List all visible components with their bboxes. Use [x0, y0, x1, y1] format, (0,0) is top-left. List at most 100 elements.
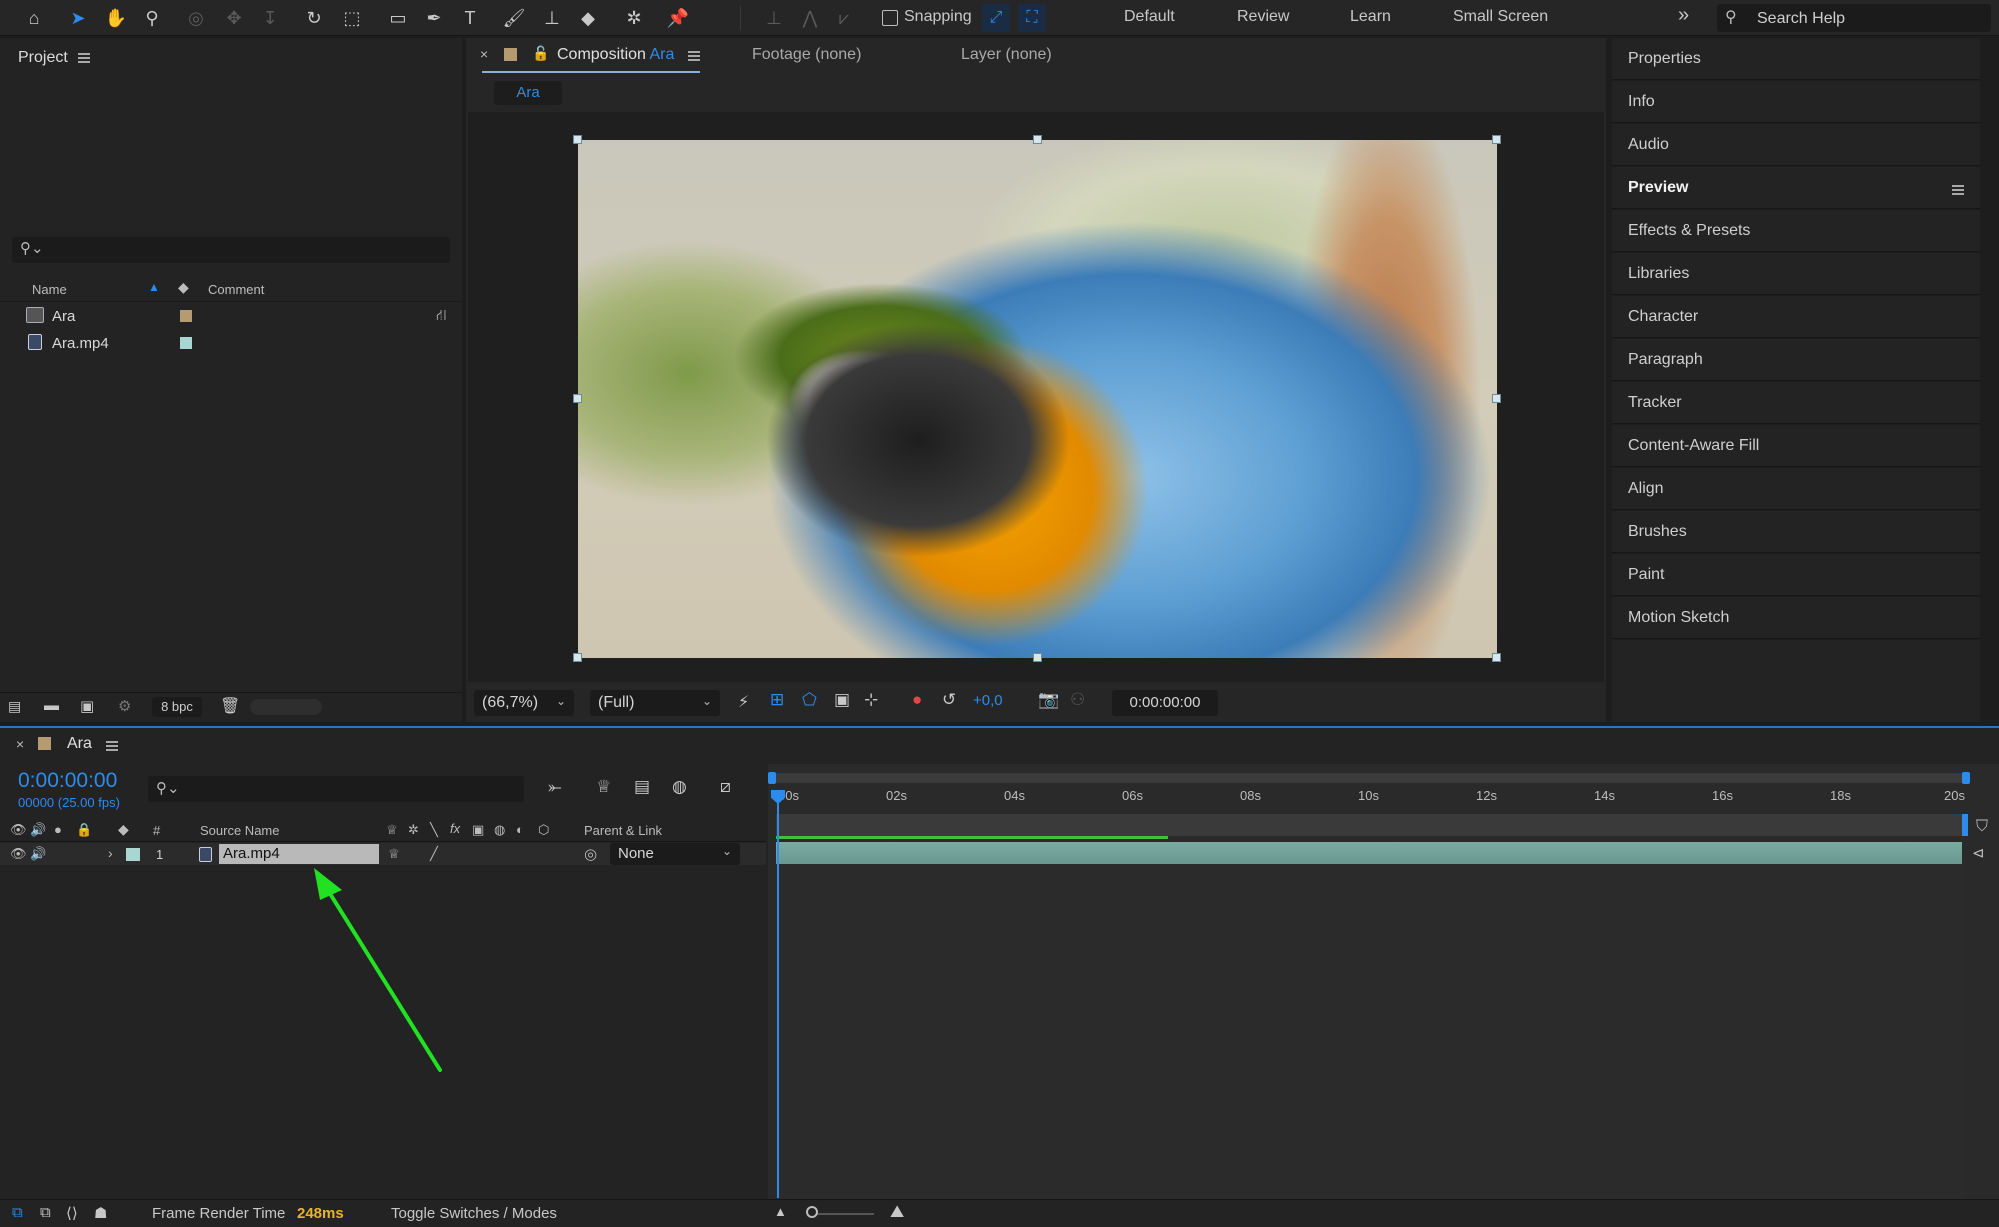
composition-menu-icon[interactable] [688, 48, 700, 65]
audio-icon[interactable]: 🔊 [30, 822, 46, 838]
project-panel-title[interactable]: Project [18, 49, 68, 67]
panel-libraries[interactable]: Libraries [1612, 253, 1980, 295]
home-icon[interactable]: ⌂ [20, 4, 48, 32]
label-color-swatch[interactable] [38, 737, 51, 750]
transform-handle[interactable] [1492, 135, 1501, 144]
tab-layer[interactable]: Layer (none) [961, 46, 1052, 64]
label-tag-icon[interactable]: ◆ [178, 279, 189, 296]
column-name[interactable]: Name [32, 282, 67, 297]
preview-menu-icon[interactable] [1952, 182, 1964, 199]
effects-switch-icon[interactable]: fx [450, 821, 460, 836]
rectangle-tool-icon[interactable]: ▭ [384, 4, 412, 32]
interpret-footage-icon[interactable]: ▤ [8, 698, 21, 715]
tab-composition[interactable]: Composition Ara [557, 46, 674, 64]
toggle-switches-modes[interactable]: Toggle Switches / Modes [391, 1205, 557, 1222]
current-time-display[interactable]: 0:00:00:00 [18, 769, 117, 793]
pan-behind-icon[interactable]: ⬚ [338, 4, 366, 32]
pick-whip-icon[interactable]: ◎ [584, 845, 597, 863]
clone-stamp-icon[interactable]: ⊥ [538, 4, 566, 32]
timeline-menu-icon[interactable] [106, 738, 118, 755]
label-tag-icon[interactable]: ◆ [118, 821, 129, 838]
work-area-end-handle[interactable] [1962, 814, 1968, 836]
transform-handle[interactable] [1033, 653, 1042, 662]
workspace-small-screen[interactable]: Small Screen [1453, 8, 1548, 26]
zoom-out-icon[interactable]: ▲ [774, 1204, 787, 1219]
workspace-default[interactable]: Default [1124, 8, 1175, 26]
layer-track-area[interactable] [776, 864, 1964, 1199]
exposure-value[interactable]: +0,0 [973, 692, 1003, 709]
thumbnail-slider[interactable] [250, 699, 322, 715]
project-item-ara[interactable]: Ara ⛙ [0, 303, 462, 329]
panel-effects-presets[interactable]: Effects & Presets [1612, 210, 1980, 252]
current-time-field[interactable]: 0:00:00:00 [1112, 690, 1218, 716]
frame-blend-switch-icon[interactable]: ▣ [472, 822, 484, 838]
transform-handle[interactable] [573, 394, 582, 403]
align-icon[interactable]: ⊥ [760, 4, 788, 32]
label-color-swatch[interactable] [504, 48, 517, 61]
type-tool-icon[interactable]: T [456, 4, 484, 32]
composition-mini-flowchart-icon[interactable]: ⤜ [548, 777, 562, 797]
video-visibility-icon[interactable]: 👁 [10, 822, 27, 838]
roto-brush-icon[interactable]: ✲ [620, 4, 648, 32]
frame-blending-icon[interactable]: ▤ [634, 777, 650, 797]
render-time-icon[interactable]: ☗ [94, 1204, 107, 1222]
draft-3d-icon[interactable]: ♕ [596, 777, 611, 797]
region-of-interest-icon[interactable]: ▣ [834, 690, 850, 710]
show-snapshot-icon[interactable]: ⚇ [1070, 690, 1085, 710]
align-3d-icon[interactable]: ⩗ [830, 4, 858, 32]
work-area-bar[interactable] [776, 814, 1962, 836]
transfer-controls-icon[interactable]: ⧉ [40, 1204, 51, 1221]
column-layer-number[interactable]: # [153, 823, 160, 838]
video-visibility-icon[interactable]: 👁 [10, 846, 27, 862]
collapse-switch-icon[interactable]: ✲ [408, 822, 419, 838]
settings-icon[interactable]: ⚙ [118, 697, 131, 715]
panel-paint[interactable]: Paint [1612, 554, 1980, 596]
workspace-review[interactable]: Review [1237, 8, 1289, 26]
project-item-ara-mp4[interactable]: Ara.mp4 [0, 330, 462, 356]
zoom-slider-track[interactable] [808, 1213, 874, 1215]
magnification-dropdown[interactable]: (66,7%) ⌄ [474, 690, 574, 716]
column-source-name[interactable]: Source Name [200, 823, 279, 838]
in-out-icon[interactable]: ⟨⟩ [66, 1204, 78, 1222]
pan-camera-icon[interactable]: ✥ [220, 4, 248, 32]
brush-tool-icon[interactable]: 🖌 [500, 4, 528, 32]
panel-audio[interactable]: Audio [1612, 124, 1980, 166]
motion-blur-switch-icon[interactable]: ◍ [494, 822, 505, 838]
panel-motion-sketch[interactable]: Motion Sketch [1612, 597, 1980, 639]
tab-footage[interactable]: Footage (none) [752, 46, 861, 64]
comp-navigator-chip[interactable]: Ara [494, 81, 562, 105]
label-color-swatch[interactable] [180, 337, 192, 349]
macaw-video-frame[interactable] [578, 140, 1497, 658]
time-ruler[interactable]: 00s 02s 04s 06s 08s 10s 12s 14s 16s 18s … [770, 786, 1966, 812]
navigator-start-handle[interactable] [768, 772, 776, 784]
zoom-slider-thumb[interactable] [806, 1206, 818, 1218]
project-menu-icon[interactable] [77, 53, 90, 63]
panel-brushes[interactable]: Brushes [1612, 511, 1980, 553]
comp-marker-bin-icon[interactable]: ⛉ [1976, 818, 1988, 836]
project-search-input[interactable]: ⚲⌄ [12, 237, 450, 263]
new-composition-icon[interactable]: ▣ [80, 697, 94, 715]
solo-icon[interactable]: ● [54, 822, 62, 837]
orbit-camera-icon[interactable]: ◎ [182, 4, 210, 32]
transform-handle[interactable] [573, 135, 582, 144]
graph-editor-icon[interactable]: ⧄ [720, 777, 731, 797]
transform-handle[interactable] [1033, 135, 1042, 144]
transform-handle[interactable] [1492, 394, 1501, 403]
timeline-search-input[interactable]: ⚲⌄ [148, 776, 524, 802]
adjustment-layer-switch-icon[interactable]: ◐ [516, 822, 524, 837]
eraser-tool-icon[interactable]: ◆ [574, 4, 602, 32]
time-navigator-bar[interactable] [772, 773, 1968, 783]
transparency-grid-icon[interactable]: ⊞ [770, 690, 784, 710]
shy-switch-icon[interactable]: ♕ [386, 822, 398, 838]
column-parent-link[interactable]: Parent & Link [584, 823, 662, 838]
hand-tool-icon[interactable]: ✋ [102, 4, 130, 32]
panel-properties[interactable]: Properties [1612, 38, 1980, 80]
resolution-dropdown[interactable]: (Full) ⌄ [590, 690, 720, 716]
puppet-pin-icon[interactable]: 📌 [664, 4, 692, 32]
audio-icon[interactable]: 🔊 [30, 846, 46, 862]
new-folder-icon[interactable]: ▬ [44, 697, 59, 714]
motion-blur-icon[interactable]: ◍ [672, 777, 687, 797]
fast-previews-icon[interactable]: ⚡ [738, 692, 749, 712]
search-help-field[interactable]: ⚲ Search Help [1717, 4, 1991, 32]
column-comment[interactable]: Comment [208, 282, 264, 297]
